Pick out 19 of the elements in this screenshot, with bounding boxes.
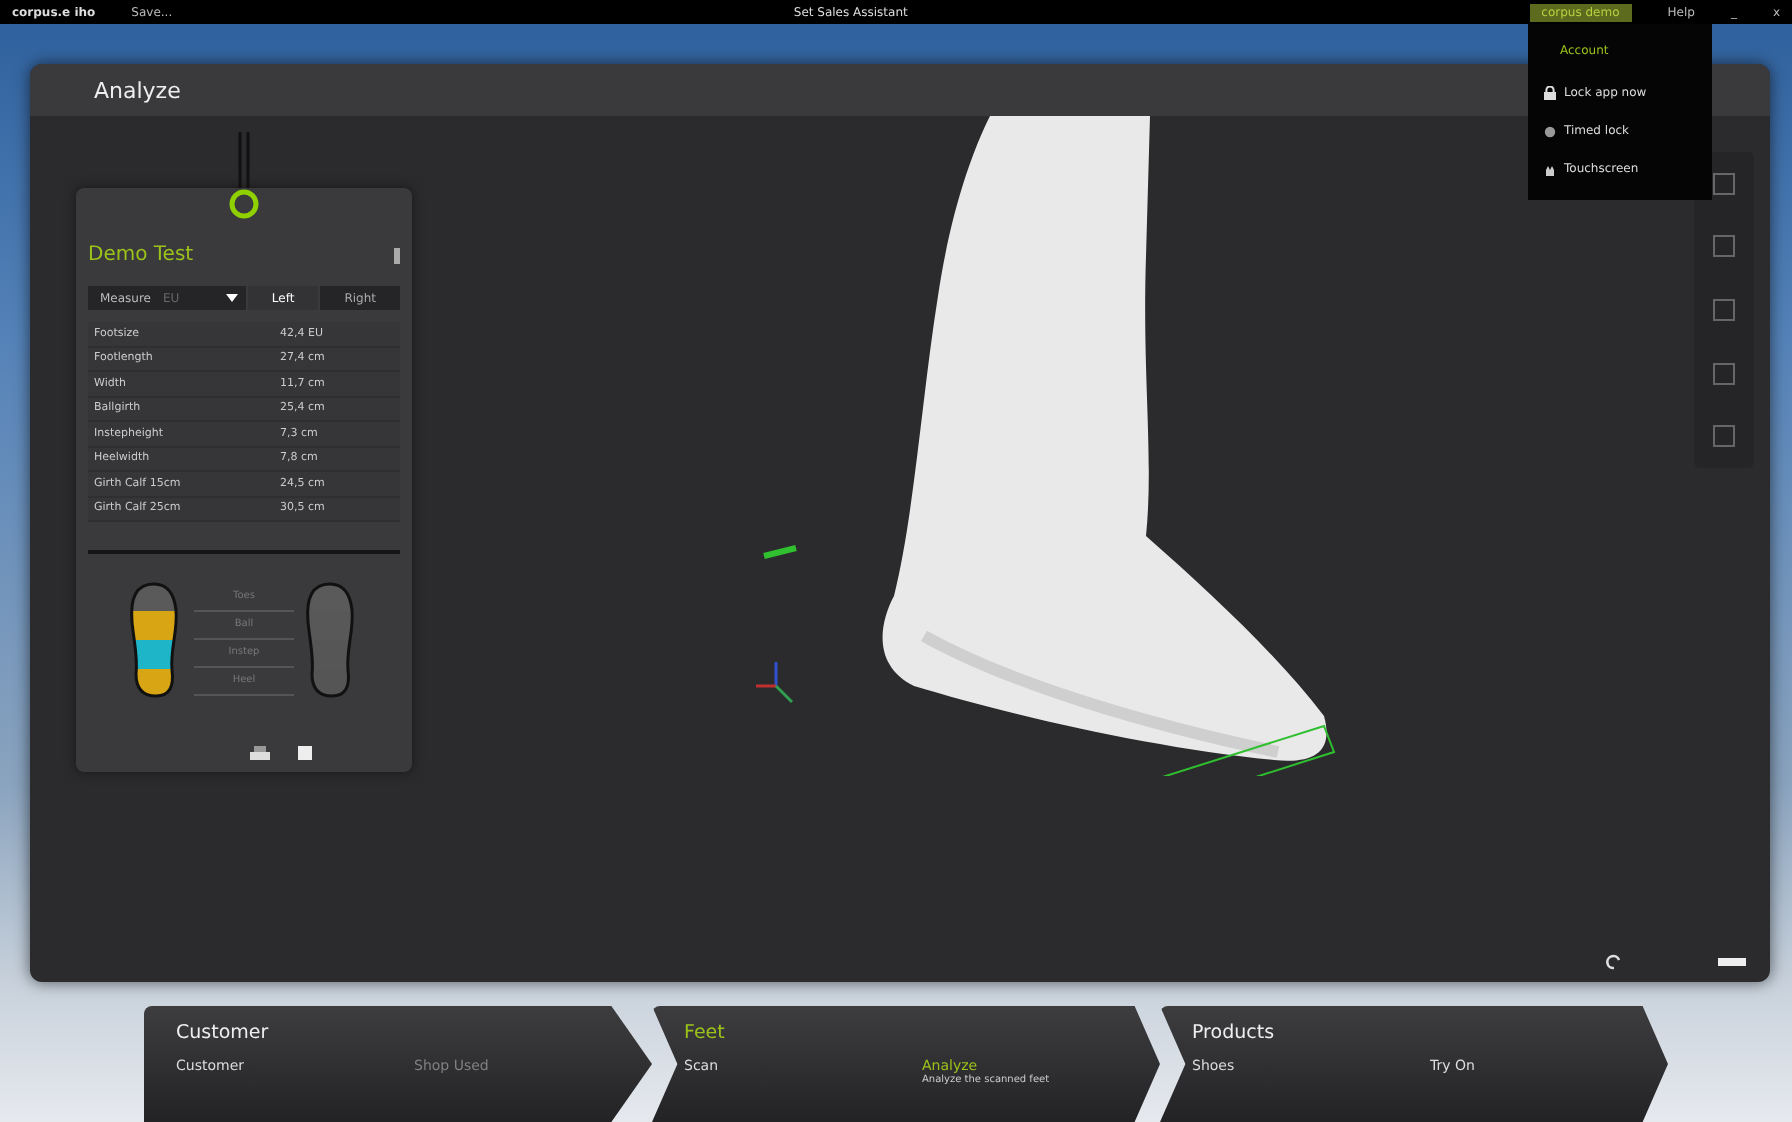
page-title: Analyze bbox=[94, 77, 181, 103]
view-icon[interactable] bbox=[1710, 232, 1738, 261]
step-title: Customer bbox=[176, 1022, 271, 1044]
view-icon[interactable] bbox=[1710, 359, 1738, 388]
more-icon[interactable] bbox=[394, 247, 400, 263]
step-title: Feet bbox=[684, 1022, 727, 1044]
view-icon[interactable] bbox=[1710, 422, 1738, 451]
step-title: Products bbox=[1192, 1022, 1277, 1044]
view-icon[interactable] bbox=[1710, 169, 1738, 198]
right-foot-drawing bbox=[302, 582, 358, 698]
ring-icon bbox=[228, 132, 260, 220]
view-icon[interactable] bbox=[1710, 295, 1738, 324]
lock-icon bbox=[1544, 86, 1556, 100]
rotate-icon[interactable] bbox=[1606, 954, 1622, 970]
axis-gizmo-icon bbox=[753, 658, 797, 706]
toggle-icon[interactable] bbox=[1718, 958, 1746, 966]
customer-name: Demo Test bbox=[88, 244, 194, 266]
caret-icon[interactable] bbox=[225, 294, 238, 302]
left-foot-drawing bbox=[126, 582, 182, 698]
